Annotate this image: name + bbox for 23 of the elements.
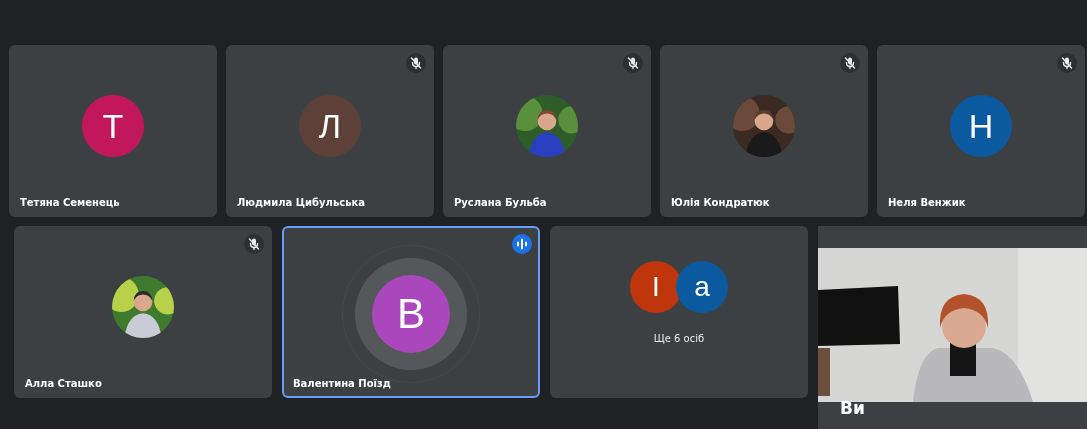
participant-tile[interactable]: Алла Сташко bbox=[14, 226, 272, 398]
avatar-initial: Т bbox=[82, 95, 144, 157]
participant-name: Руслана Бульба bbox=[454, 197, 547, 208]
speaking-icon bbox=[512, 234, 532, 254]
participant-name: Алла Сташко bbox=[25, 378, 102, 389]
self-view-label: Ви bbox=[840, 398, 866, 418]
participant-name: Юлія Кондратюк bbox=[671, 197, 770, 208]
participant-tile[interactable]: Т Тетяна Семенець bbox=[9, 45, 217, 217]
participant-name: Неля Венжик bbox=[888, 197, 966, 208]
participant-name: Людмила Цибульська bbox=[237, 197, 366, 208]
participant-name: Валентина Поїзд bbox=[293, 378, 391, 389]
avatar-initial: a bbox=[676, 260, 728, 313]
participant-tile[interactable]: В Валентина Поїзд bbox=[282, 226, 540, 398]
participant-name: Тетяна Семенець bbox=[20, 197, 120, 208]
participant-tile[interactable]: Руслана Бульба bbox=[443, 45, 651, 217]
participant-tile[interactable]: Н Неля Венжик bbox=[877, 45, 1085, 217]
avatar-initial: Л bbox=[299, 95, 361, 157]
avatar-initial: В bbox=[372, 275, 450, 353]
participant-tile[interactable]: Л Людмила Цибульська bbox=[226, 45, 434, 217]
more-participants-label: Ще 6 осіб bbox=[653, 332, 705, 344]
participant-tile[interactable]: Юлія Кондратюк bbox=[660, 45, 868, 217]
more-participants-tile[interactable]: І a Ще 6 осіб bbox=[550, 226, 808, 398]
avatar-initial: Н bbox=[950, 95, 1012, 157]
